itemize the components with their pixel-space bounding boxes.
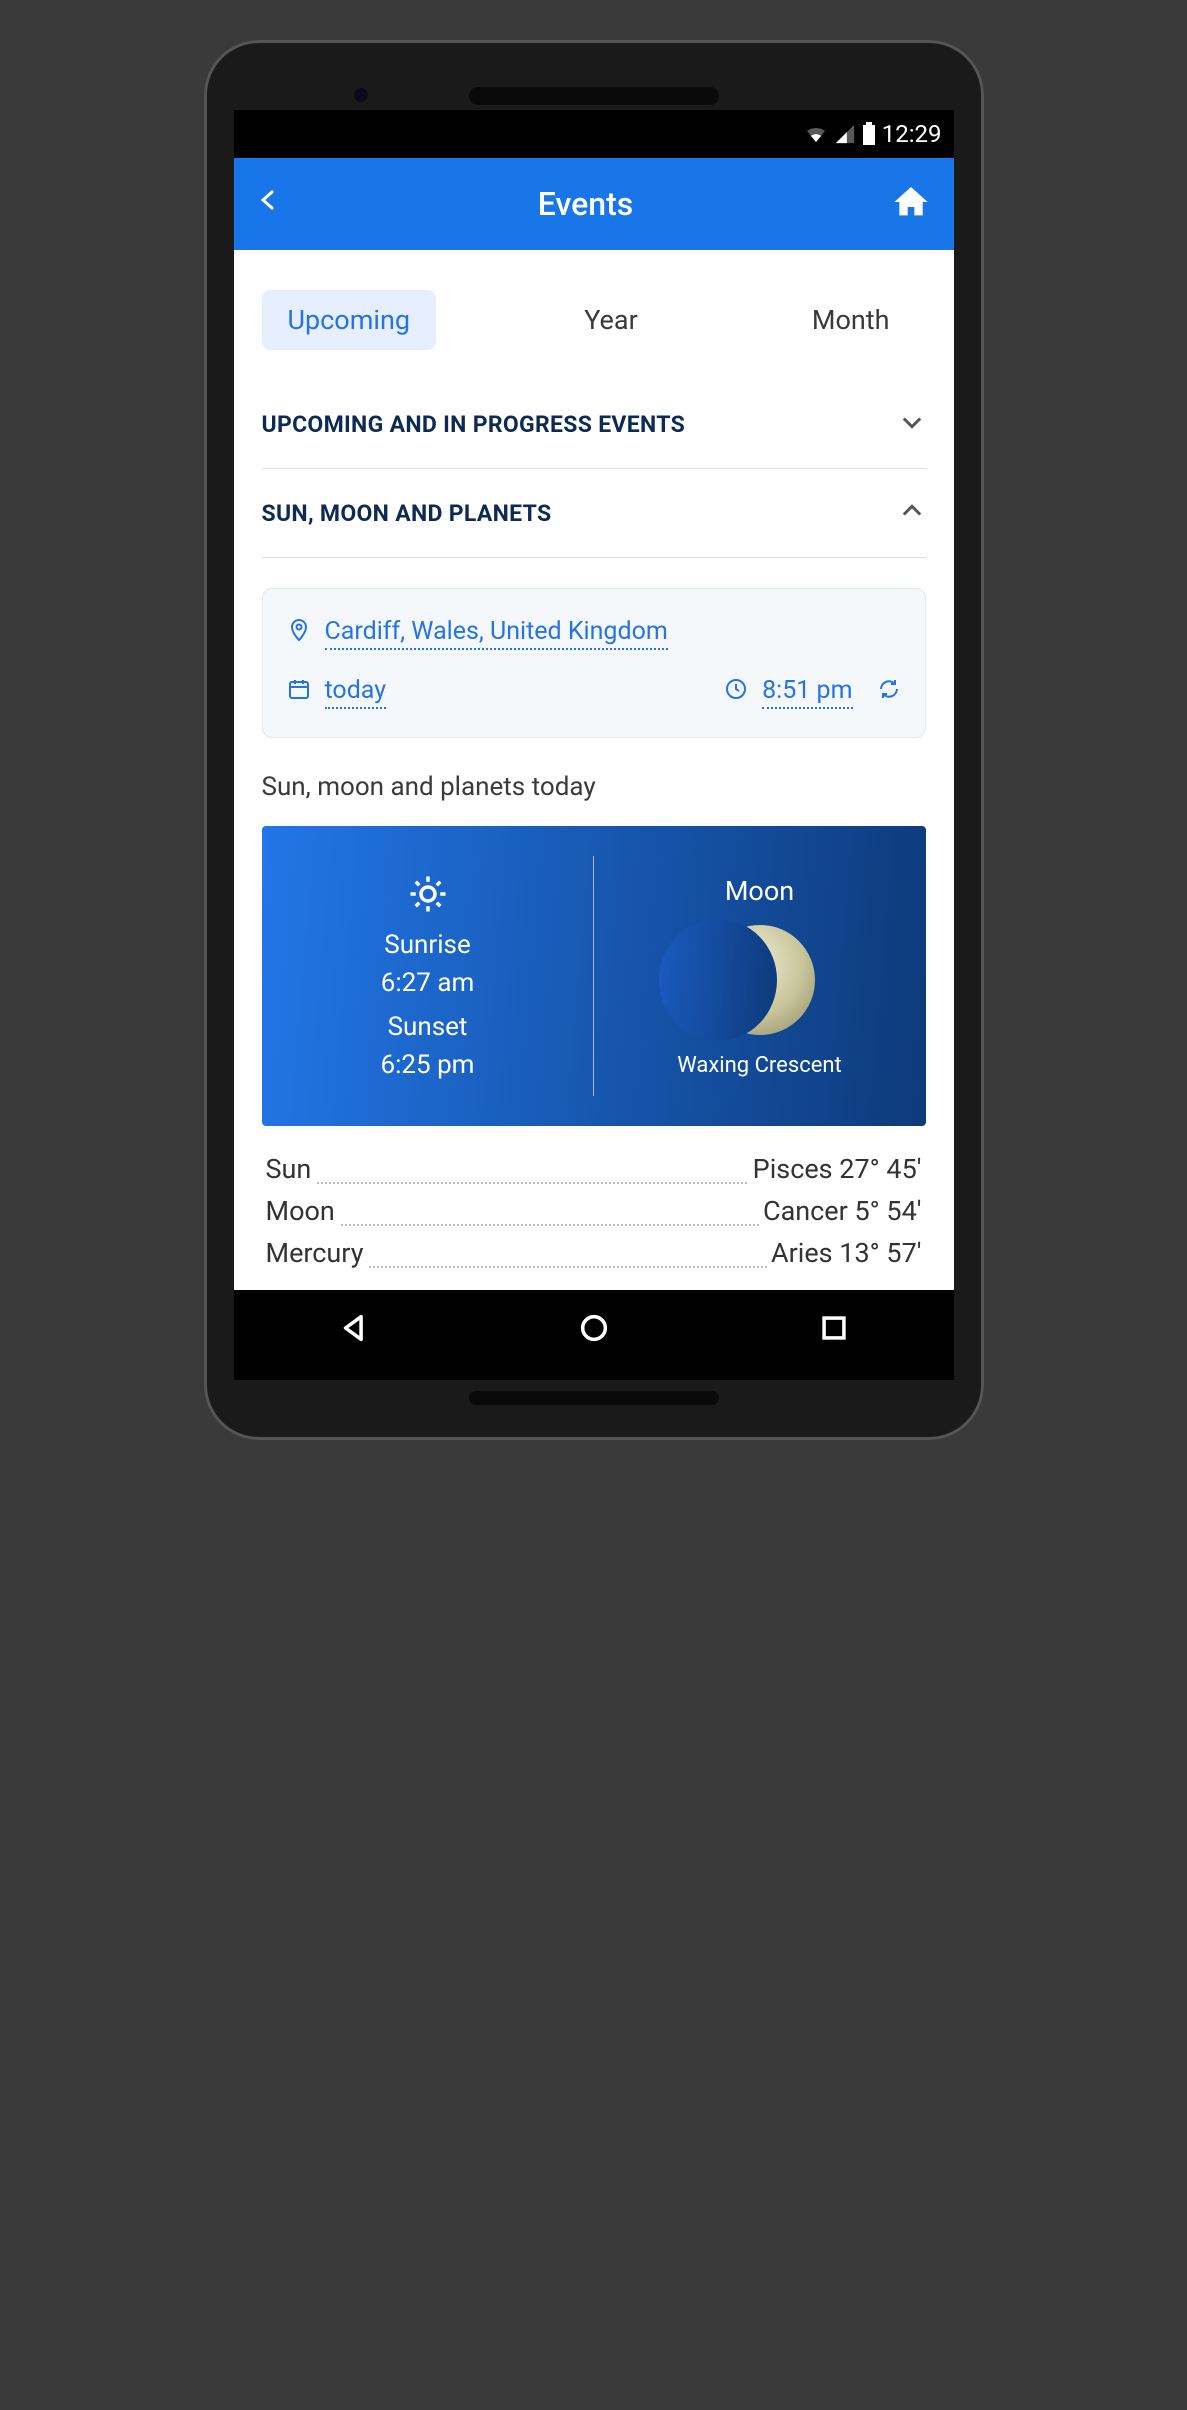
- screen: 12:29 Events Upcoming Year Month UP: [234, 110, 954, 1380]
- sunset-time: 6:25 pm: [381, 1050, 475, 1080]
- sun-icon: [407, 873, 449, 922]
- sky-card: Sunrise 6:27 am Sunset 6:25 pm Moon Waxi…: [262, 826, 926, 1126]
- location-pin-icon: [287, 618, 311, 649]
- positions-list: Sun Pisces 27° 45' Moon Cancer 5° 54' Me…: [262, 1148, 926, 1274]
- page-title: Events: [538, 185, 633, 223]
- moon-panel: Moon Waxing Crescent: [594, 826, 926, 1126]
- tab-upcoming[interactable]: Upcoming: [262, 290, 437, 350]
- moon-label: Moon: [725, 875, 794, 907]
- clock-text: 12:29: [882, 120, 942, 148]
- position-row: Moon Cancer 5° 54': [262, 1190, 926, 1232]
- body-name: Moon: [262, 1195, 339, 1227]
- moon-phase-graphic: [705, 925, 815, 1035]
- accordion-label: SUN, MOON AND PLANETS: [262, 500, 552, 527]
- body-name: Mercury: [262, 1237, 368, 1269]
- battery-icon: [862, 122, 876, 146]
- date-link[interactable]: today: [325, 676, 387, 709]
- position-row: Sun Pisces 27° 45': [262, 1148, 926, 1190]
- date-time-row: today 8:51 pm: [287, 676, 901, 709]
- sunset-label: Sunset: [388, 1012, 468, 1042]
- moon-phase-text: Waxing Crescent: [677, 1053, 841, 1078]
- speaker-grille-bottom: [469, 1391, 719, 1405]
- home-button[interactable]: [891, 182, 931, 226]
- tabs: Upcoming Year Month: [262, 290, 926, 380]
- nav-recent-icon[interactable]: [817, 1311, 851, 1349]
- chevron-up-icon: [898, 497, 926, 529]
- front-camera: [354, 88, 368, 102]
- clock-icon: [724, 677, 748, 708]
- android-nav-bar: [234, 1290, 954, 1370]
- body-position: Aries 13° 57': [767, 1237, 925, 1269]
- section-title: Sun, moon and planets today: [262, 772, 926, 802]
- nav-back-icon[interactable]: [337, 1311, 371, 1349]
- filter-card: Cardiff, Wales, United Kingdom today: [262, 588, 926, 738]
- cellular-icon: [834, 123, 856, 145]
- phone-inner: 12:29 Events Upcoming Year Month UP: [219, 55, 969, 1425]
- tab-year[interactable]: Year: [558, 290, 664, 350]
- content-area: Upcoming Year Month UPCOMING AND IN PROG…: [234, 250, 954, 1290]
- android-status-bar: 12:29: [234, 110, 954, 158]
- sun-panel: Sunrise 6:27 am Sunset 6:25 pm: [262, 826, 594, 1126]
- wifi-icon: [804, 122, 828, 146]
- accordion-label: UPCOMING AND IN PROGRESS EVENTS: [262, 411, 686, 438]
- nav-home-icon[interactable]: [577, 1311, 611, 1349]
- time-link[interactable]: 8:51 pm: [762, 676, 852, 709]
- position-row: Mercury Aries 13° 57': [262, 1232, 926, 1274]
- app-bar: Events: [234, 158, 954, 250]
- location-link[interactable]: Cardiff, Wales, United Kingdom: [325, 617, 668, 650]
- tab-month[interactable]: Month: [786, 290, 916, 350]
- refresh-icon[interactable]: [877, 677, 901, 708]
- accordion-sun-moon-planets[interactable]: SUN, MOON AND PLANETS: [262, 469, 926, 558]
- sunrise-label: Sunrise: [384, 930, 470, 960]
- location-row: Cardiff, Wales, United Kingdom: [287, 617, 901, 650]
- phone-frame: 12:29 Events Upcoming Year Month UP: [204, 40, 984, 1440]
- sunrise-time: 6:27 am: [381, 968, 475, 998]
- accordion-upcoming-events[interactable]: UPCOMING AND IN PROGRESS EVENTS: [262, 380, 926, 469]
- back-button[interactable]: [256, 183, 280, 226]
- calendar-icon: [287, 677, 311, 708]
- body-position: Cancer 5° 54': [759, 1195, 926, 1227]
- speaker-grille: [469, 87, 719, 105]
- chevron-down-icon: [898, 408, 926, 440]
- body-name: Sun: [262, 1153, 316, 1185]
- body-position: Pisces 27° 45': [749, 1153, 926, 1185]
